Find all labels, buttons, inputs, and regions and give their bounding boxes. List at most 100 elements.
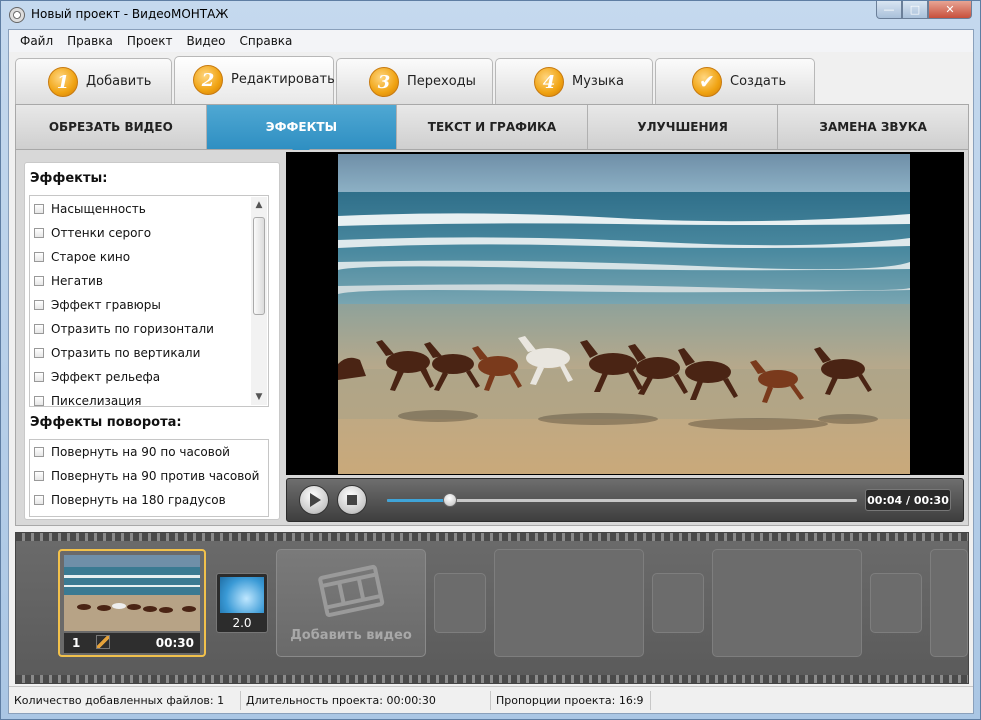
subtab-improvements[interactable]: УЛУЧШЕНИЯ	[588, 105, 779, 149]
pencil-icon[interactable]	[96, 635, 110, 649]
effect-pixelate[interactable]: Пикселизация	[30, 389, 252, 407]
effect-label: Пикселизация	[51, 394, 142, 407]
menu-project[interactable]: Проект	[120, 34, 180, 48]
rotation-label: Повернуть на 90 по часовой	[51, 445, 230, 459]
rotation-heading: Эффекты поворота:	[30, 415, 182, 430]
menu-edit[interactable]: Правка	[60, 34, 120, 48]
clip-duration: 00:30	[155, 636, 194, 650]
edit-subtabs: ОБРЕЗАТЬ ВИДЕО ЭФФЕКТЫ ТЕКСТ И ГРАФИКА У…	[15, 104, 969, 157]
effect-grayscale[interactable]: Оттенки серого	[30, 221, 252, 245]
beach-horses-scene	[338, 154, 910, 474]
step-label: Создать	[730, 74, 787, 89]
transition-thumbnail	[220, 577, 264, 613]
effect-checkbox[interactable]	[34, 300, 44, 310]
effect-emboss[interactable]: Эффект рельефа	[30, 365, 252, 389]
rotation-checkbox[interactable]	[34, 495, 44, 505]
status-aspect-ratio: Пропорции проекта: 16:9	[491, 690, 651, 710]
step-tabs: 1 Добавить 2 Редактировать 3 Переходы 4 …	[9, 52, 973, 104]
effect-checkbox[interactable]	[34, 396, 44, 406]
effect-label: Негатив	[51, 274, 103, 288]
seek-bar[interactable]	[387, 493, 857, 507]
player-controls: 00:04 / 00:30	[286, 478, 964, 522]
step-tab-create[interactable]: ✔ Создать	[655, 58, 815, 104]
clip-info-bar: 1 00:30	[64, 633, 200, 653]
effect-negative[interactable]: Негатив	[30, 269, 252, 293]
clip-thumbnail-image	[64, 555, 200, 631]
film-reel-icon	[9, 7, 25, 23]
effect-checkbox[interactable]	[34, 252, 44, 262]
effect-label: Оттенки серого	[51, 226, 152, 240]
scroll-up-arrow-icon[interactable]: ▲	[251, 198, 267, 212]
client-area: Файл Правка Проект Видео Справка 1 Добав…	[8, 29, 974, 714]
menu-file[interactable]: Файл	[13, 34, 60, 48]
rotation-checkbox[interactable]	[34, 471, 44, 481]
film-icon	[318, 564, 385, 618]
clip-number: 1	[72, 636, 81, 650]
transition-block[interactable]: 2.0	[216, 573, 268, 633]
step-tab-add[interactable]: 1 Добавить	[15, 58, 172, 104]
edit-workarea: Эффекты: Насыщенность Оттенки серого Ста…	[15, 150, 969, 526]
subtab-effects[interactable]: ЭФФЕКТЫ	[206, 105, 398, 157]
effect-flip-horizontal[interactable]: Отразить по горизонтали	[30, 317, 252, 341]
effect-checkbox[interactable]	[34, 324, 44, 334]
subtab-text-graphics[interactable]: ТЕКСТ И ГРАФИКА	[397, 105, 588, 149]
subtab-replace-audio[interactable]: ЗАМЕНА ЗВУКА	[778, 105, 968, 149]
status-file-count: Количество добавленных файлов: 1	[9, 690, 241, 710]
window-title: Новый проект - ВидеоМОНТАЖ	[31, 7, 229, 21]
video-frame-image	[338, 154, 910, 474]
status-duration: Длительность проекта: 00:00:30	[241, 690, 491, 710]
step-tab-music[interactable]: 4 Музыка	[495, 58, 653, 104]
subtab-trim-video[interactable]: ОБРЕЗАТЬ ВИДЕО	[16, 105, 207, 149]
minimize-button[interactable]: —	[876, 1, 902, 19]
checkmark-icon: ✔	[692, 67, 722, 97]
step-number-badge: 1	[48, 67, 78, 97]
status-bar: Количество добавленных файлов: 1 Длитель…	[9, 686, 973, 713]
video-preview	[286, 152, 964, 475]
menu-video[interactable]: Видео	[179, 34, 232, 48]
effect-old-film[interactable]: Старое кино	[30, 245, 252, 269]
step-label: Добавить	[86, 74, 152, 89]
effects-scrollbar[interactable]: ▲ ▼	[251, 197, 267, 405]
step-label: Переходы	[407, 74, 476, 89]
effect-checkbox[interactable]	[34, 372, 44, 382]
storyboard-timeline: 1 00:30 2.0 Добавить видео	[15, 532, 969, 684]
step-label: Музыка	[572, 74, 624, 89]
effect-label: Старое кино	[51, 250, 131, 264]
menu-bar: Файл Правка Проект Видео Справка	[9, 30, 973, 52]
effect-flip-vertical[interactable]: Отразить по вертикали	[30, 341, 252, 365]
scroll-down-arrow-icon[interactable]: ▼	[251, 390, 267, 404]
effect-checkbox[interactable]	[34, 228, 44, 238]
menu-help[interactable]: Справка	[233, 34, 300, 48]
step-tab-transitions[interactable]: 3 Переходы	[336, 58, 493, 104]
effects-list: Насыщенность Оттенки серого Старое кино …	[29, 195, 269, 407]
maximize-button[interactable]: □	[902, 1, 928, 19]
empty-transition-slot	[434, 573, 486, 633]
effect-checkbox[interactable]	[34, 348, 44, 358]
empty-clip-slot	[494, 549, 644, 657]
video-clip[interactable]: 1 00:30	[58, 549, 206, 657]
app-window: Новый проект - ВидеоМОНТАЖ — □ ✕ Файл Пр…	[0, 0, 981, 720]
add-video-button[interactable]: Добавить видео	[276, 549, 426, 657]
stop-icon	[347, 495, 357, 505]
effect-engraving[interactable]: Эффект гравюры	[30, 293, 252, 317]
stop-button[interactable]	[337, 485, 367, 515]
step-tab-edit[interactable]: 2 Редактировать	[174, 56, 335, 104]
close-button[interactable]: ✕	[928, 1, 972, 19]
rotate-90-ccw[interactable]: Повернуть на 90 против часовой	[30, 464, 268, 488]
rotate-90-cw[interactable]: Повернуть на 90 по часовой	[30, 440, 268, 464]
scroll-thumb[interactable]	[253, 217, 265, 315]
effect-saturation[interactable]: Насыщенность	[30, 197, 252, 221]
rotation-checkbox[interactable]	[34, 447, 44, 457]
time-display: 00:04 / 00:30	[865, 489, 951, 511]
effect-label: Отразить по вертикали	[51, 346, 201, 360]
play-icon	[310, 493, 321, 507]
effect-checkbox[interactable]	[34, 276, 44, 286]
rotation-label: Повернуть на 90 против часовой	[51, 469, 260, 483]
seek-handle[interactable]	[443, 493, 458, 507]
film-strip-top	[16, 533, 968, 541]
effect-checkbox[interactable]	[34, 204, 44, 214]
rotate-180[interactable]: Повернуть на 180 градусов	[30, 488, 268, 512]
step-number-badge: 4	[534, 67, 564, 97]
play-button[interactable]	[299, 485, 329, 515]
effects-panel: Эффекты: Насыщенность Оттенки серого Ста…	[24, 162, 280, 520]
